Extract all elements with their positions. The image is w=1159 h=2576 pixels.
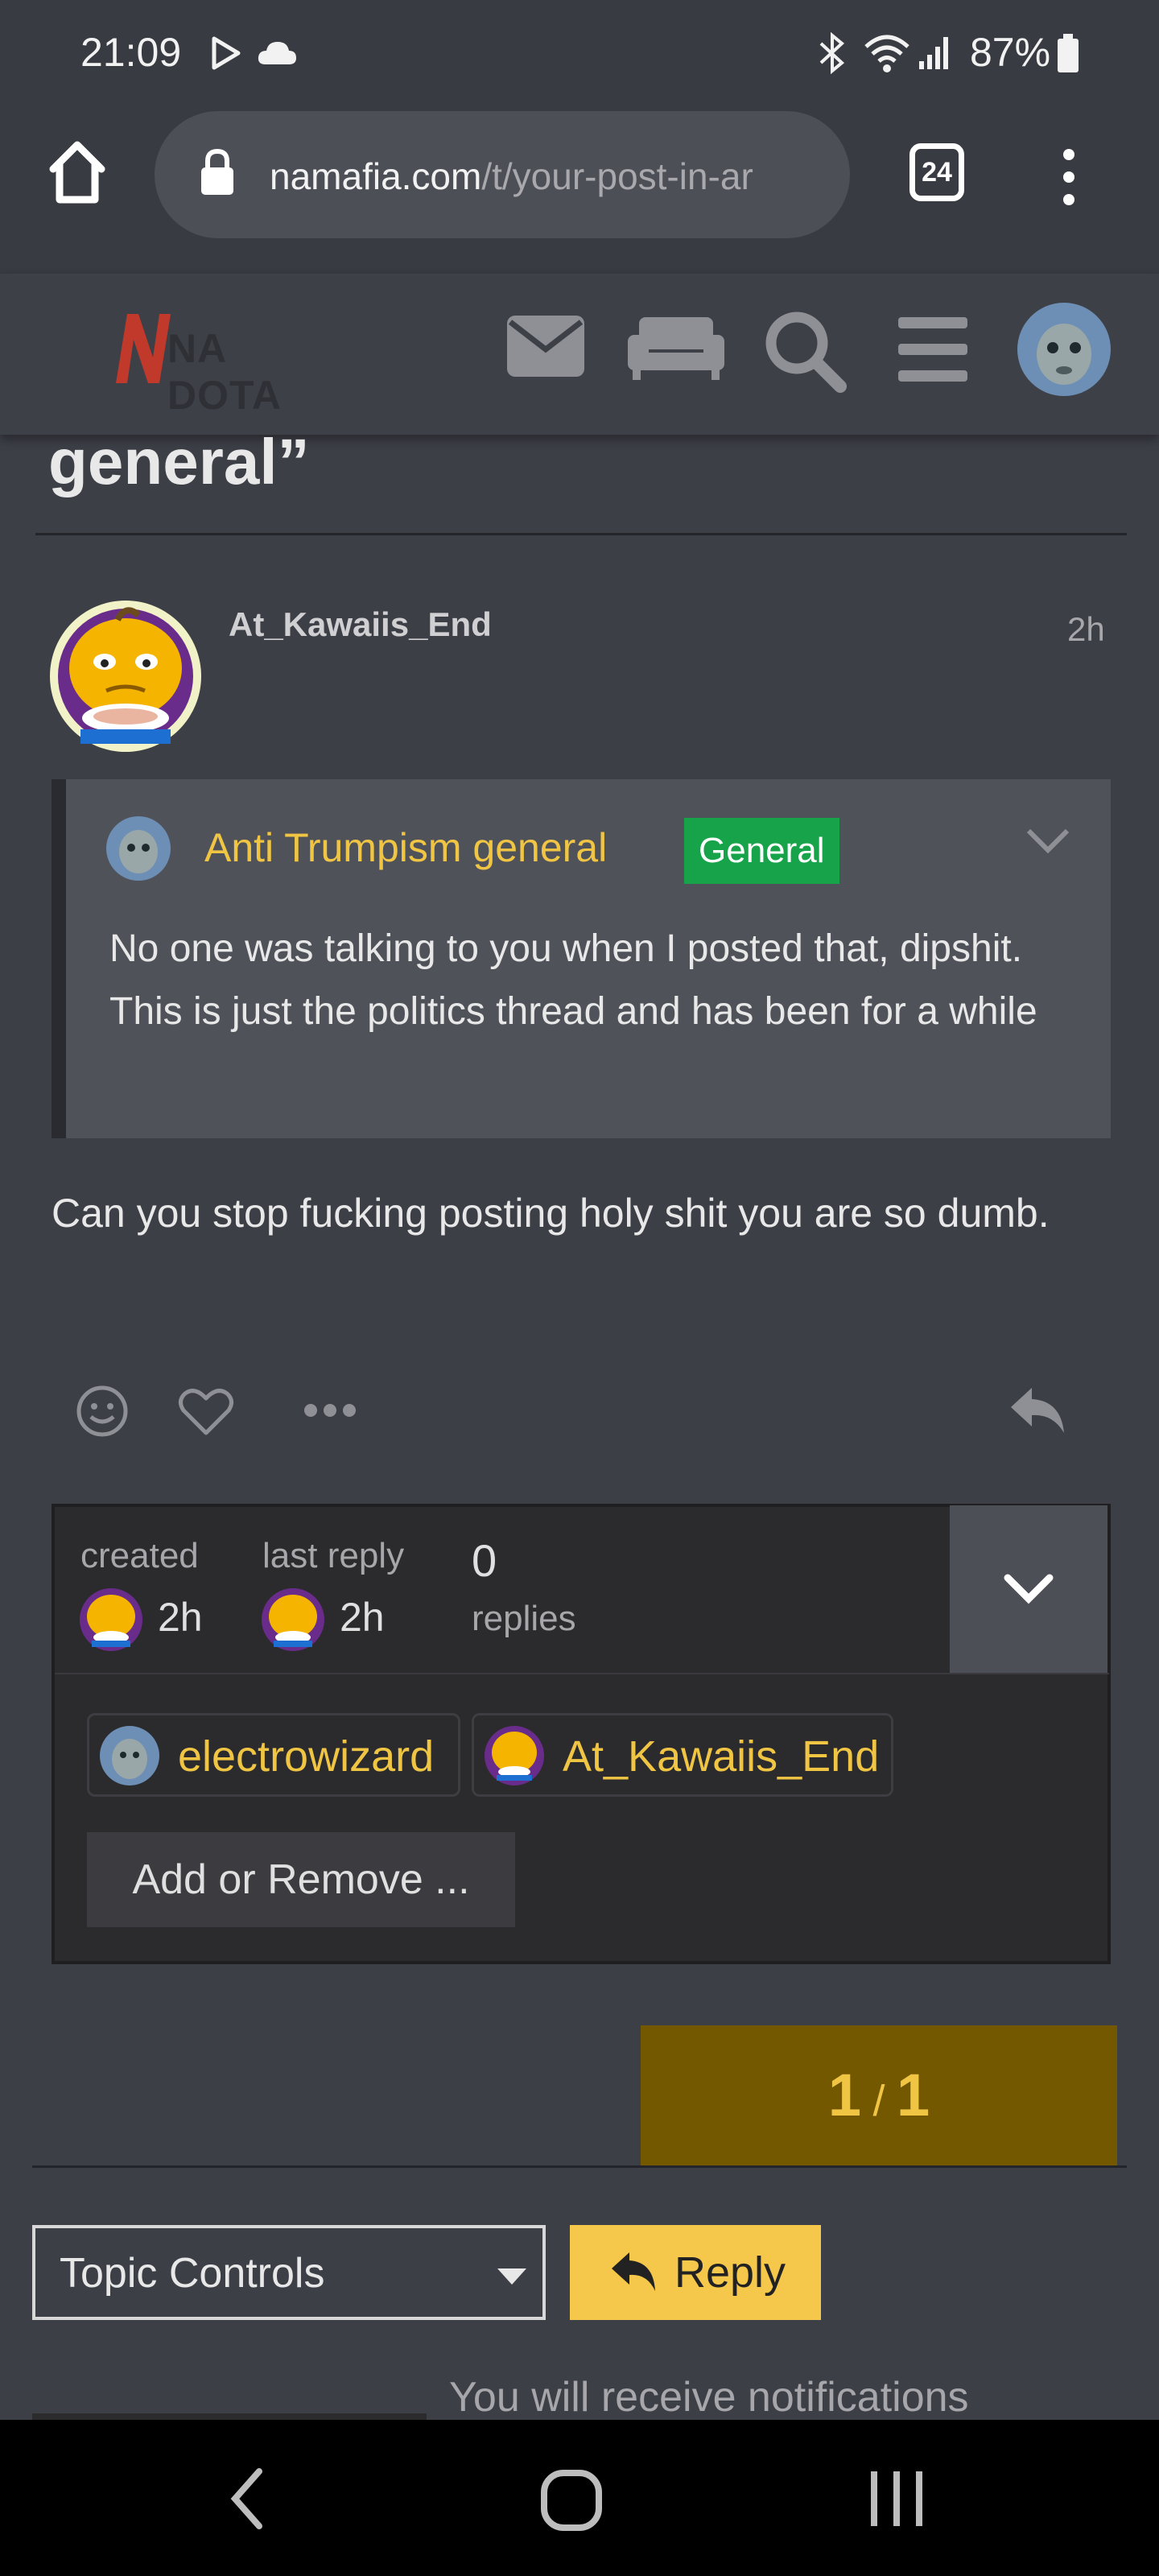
lock-icon — [201, 148, 233, 195]
reply-icon — [612, 2252, 655, 2291]
timeline-progress[interactable]: 1 / 1 — [641, 2025, 1117, 2165]
chevron-down-icon — [1004, 1574, 1054, 1604]
signal-icon — [919, 37, 948, 69]
url-text[interactable]: namafia.com/t/your-post-in-ar — [270, 155, 753, 198]
recents-icon[interactable] — [864, 2468, 929, 2529]
reply-arrow-icon[interactable] — [1008, 1385, 1067, 1436]
topic-controls-label: Topic Controls — [60, 2250, 325, 2297]
bluetooth-icon — [819, 32, 845, 74]
progress-current: 1 — [827, 2062, 862, 2128]
created-avatar — [80, 1588, 142, 1651]
topic-controls-dropdown[interactable]: Topic Controls — [32, 2225, 546, 2320]
participant-name: electrowizard — [178, 1732, 435, 1781]
created-label: created — [80, 1536, 199, 1575]
divider — [32, 2165, 1127, 2168]
chevron-down-icon[interactable] — [1025, 826, 1070, 855]
reply-button[interactable]: Reply — [570, 2225, 821, 2320]
progress-total: 1 — [896, 2062, 930, 2128]
last-reply-label: last reply — [262, 1536, 405, 1575]
topic-title: general” — [48, 426, 310, 497]
topic-map-expand-button[interactable] — [950, 1505, 1107, 1673]
tab-switcher-button[interactable]: 24 — [909, 143, 964, 201]
category-badge[interactable]: General — [684, 818, 839, 884]
battery-percent: 87% — [970, 30, 1051, 75]
like-heart-icon[interactable] — [177, 1386, 235, 1438]
avatar[interactable] — [1016, 301, 1112, 398]
quote-avatar — [106, 816, 171, 881]
more-options-icon[interactable] — [1053, 147, 1085, 211]
post-age[interactable]: 2h — [1067, 610, 1105, 649]
post-author-avatar[interactable] — [48, 599, 203, 753]
participant-chip[interactable]: At_Kawaiis_End — [472, 1713, 893, 1797]
browser-toolbar: namafia.com/t/your-post-in-ar 24 — [0, 105, 1159, 274]
last-reply-avatar — [262, 1588, 324, 1651]
cloud-icon — [258, 42, 296, 64]
caret-down-icon — [497, 2268, 526, 2285]
participant-chip[interactable]: electrowizard — [87, 1713, 460, 1797]
add-remove-participants-button[interactable]: Add or Remove ... — [87, 1832, 515, 1927]
participant-avatar — [100, 1726, 159, 1785]
replies-count: 0 — [472, 1535, 497, 1586]
quote-text: No one was talking to you when I posted … — [109, 927, 1037, 1033]
logo-text: NA DOTA — [167, 326, 282, 418]
notification-level-text: You will receive notifications — [449, 2374, 969, 2421]
divider — [35, 533, 1127, 535]
mail-icon[interactable] — [505, 314, 586, 378]
play-icon — [212, 36, 241, 70]
replies-label: replies — [472, 1599, 576, 1638]
site-logo[interactable]: NA DOTA — [111, 308, 320, 418]
system-nav-bar — [0, 2420, 1159, 2576]
participant-avatar — [485, 1726, 544, 1785]
search-icon[interactable] — [763, 309, 847, 393]
back-icon[interactable] — [227, 2467, 267, 2531]
divider — [55, 1673, 1109, 1674]
couch-icon[interactable] — [626, 316, 726, 380]
wifi-icon — [864, 35, 909, 72]
post-author-name[interactable]: At_Kawaiis_End — [229, 605, 492, 644]
site-header: NA DOTA — [0, 274, 1159, 435]
emoji-reaction-icon[interactable] — [76, 1385, 129, 1438]
last-reply-time[interactable]: 2h — [340, 1594, 385, 1641]
reply-label: Reply — [674, 2248, 786, 2297]
status-bar: 21:09 87% — [0, 0, 1159, 105]
hamburger-icon[interactable] — [898, 317, 967, 382]
quoted-topic-link[interactable]: Anti Trumpism general — [204, 824, 607, 871]
participant-name: At_Kawaiis_End — [563, 1732, 880, 1781]
home-nav-icon[interactable] — [539, 2468, 604, 2533]
battery-icon — [1058, 34, 1079, 72]
more-actions-icon[interactable] — [303, 1402, 357, 1418]
home-icon[interactable] — [45, 137, 109, 208]
post-body: Can you stop fucking posting holy shit y… — [52, 1191, 1050, 1236]
progress-separator: / — [872, 2077, 885, 2125]
created-time[interactable]: 2h — [158, 1594, 203, 1641]
clock: 21:09 — [80, 30, 182, 75]
